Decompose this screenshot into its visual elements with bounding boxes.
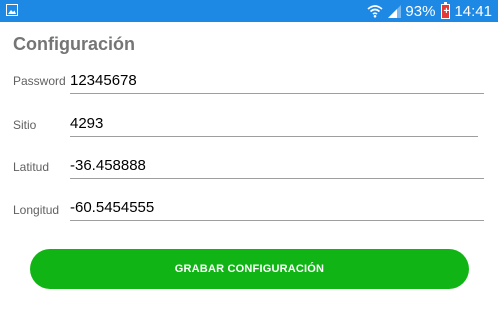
battery-icon: + (441, 1, 451, 19)
longitud-field[interactable] (70, 197, 484, 221)
wifi-icon (367, 5, 383, 18)
clock: 14:41 (454, 2, 492, 20)
password-label: Password (13, 74, 66, 88)
image-notification-icon (6, 4, 18, 16)
battery-percent: 93% (405, 2, 436, 20)
status-bar: 93% + 14:41 (0, 0, 498, 22)
longitud-label: Longitud (13, 203, 60, 217)
sitio-field[interactable] (70, 113, 478, 137)
save-configuration-button[interactable]: GRABAR CONFIGURACIÓN (30, 249, 469, 289)
sitio-label: Sitio (13, 118, 37, 132)
signal-icon (388, 5, 402, 18)
password-field[interactable] (70, 70, 484, 94)
latitud-label: Latitud (13, 160, 50, 174)
latitud-field[interactable] (70, 155, 484, 179)
page-title: Configuración (13, 34, 135, 54)
status-right: 93% + 14:41 (367, 0, 492, 22)
